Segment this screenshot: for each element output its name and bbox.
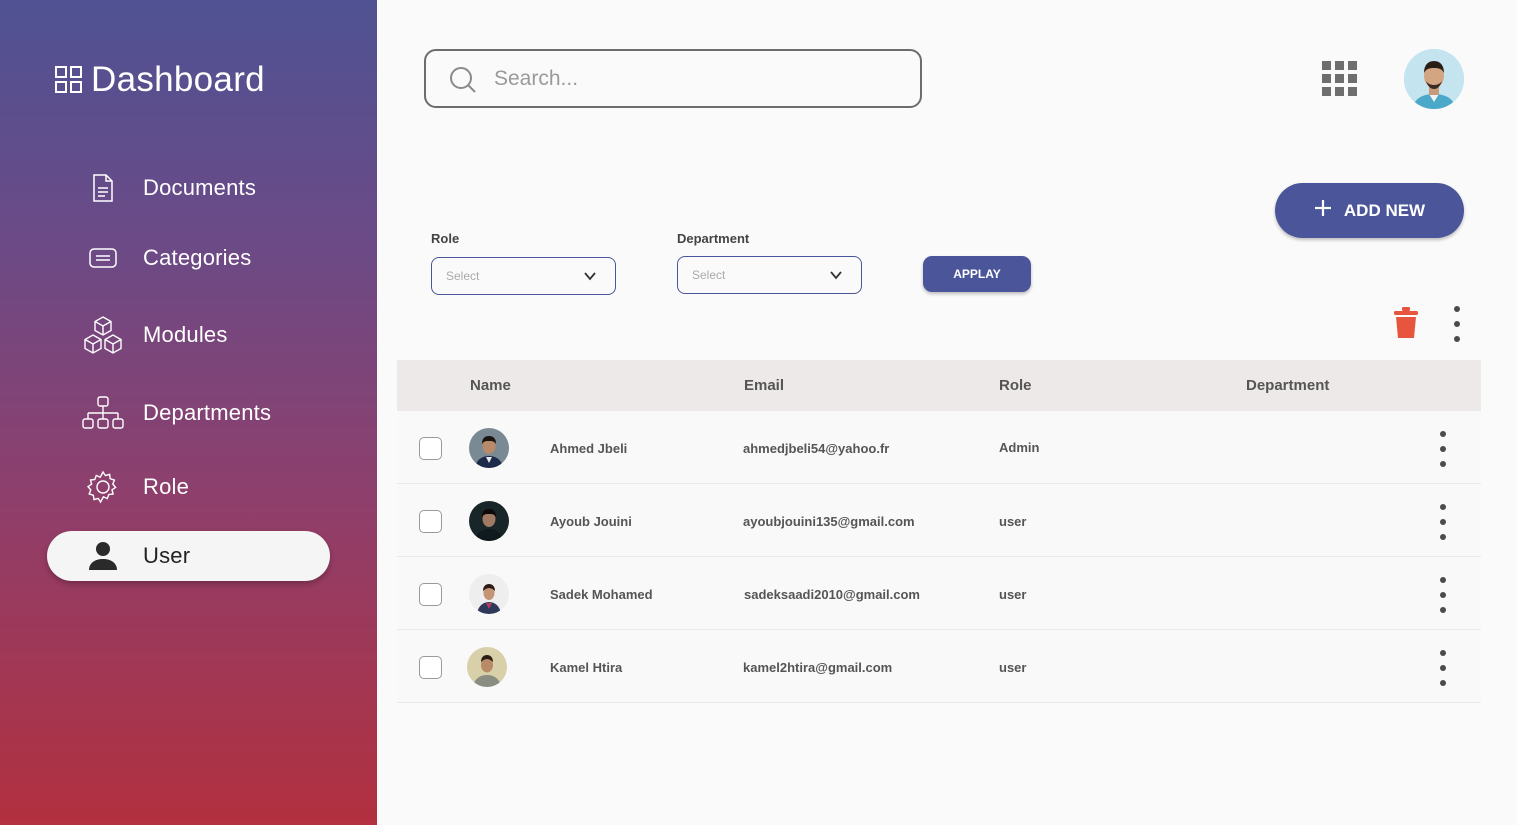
sidebar-item-role[interactable]: Role: [47, 462, 330, 512]
column-header-email[interactable]: Email: [744, 377, 784, 394]
user-name: Ahmed Jbeli: [550, 441, 628, 456]
user-name: Ayoub Jouini: [550, 514, 632, 529]
role-select[interactable]: Select: [431, 257, 616, 295]
user-role: Admin: [999, 440, 1040, 455]
more-options-icon[interactable]: [1450, 306, 1464, 342]
row-options-icon[interactable]: [1436, 504, 1450, 540]
brand[interactable]: Dashboard: [55, 58, 265, 102]
table-row[interactable]: Ayoub Jouini ayoubjouini135@gmail.com us…: [397, 484, 1481, 557]
user-role: user: [999, 660, 1027, 675]
user-email: ahmedjbeli54@yahoo.fr: [743, 441, 890, 456]
row-checkbox[interactable]: [419, 510, 442, 533]
role-select-value: Select: [446, 269, 480, 283]
document-icon: [80, 165, 126, 211]
profile-avatar[interactable]: [1404, 49, 1464, 109]
brand-title: Dashboard: [91, 60, 265, 99]
department-select[interactable]: Select: [677, 256, 862, 294]
trash-icon[interactable]: [1392, 306, 1420, 345]
sidebar-item-departments[interactable]: Departments: [47, 388, 330, 438]
apply-button[interactable]: APPLAY: [923, 256, 1031, 292]
table-header: Name Email Role Department: [397, 360, 1481, 411]
sidebar-item-label: Modules: [143, 322, 228, 347]
column-header-name[interactable]: Name: [470, 377, 511, 394]
gear-icon: [80, 464, 126, 510]
table-row[interactable]: Kamel Htira kamel2htira@gmail.com user: [397, 630, 1481, 703]
sidebar-item-user[interactable]: User: [47, 531, 330, 581]
row-options-icon[interactable]: [1436, 577, 1450, 613]
row-checkbox[interactable]: [419, 656, 442, 679]
user-email: kamel2htira@gmail.com: [743, 660, 893, 675]
user-avatar: [467, 647, 507, 687]
department-filter-label: Department: [677, 231, 750, 246]
column-header-department[interactable]: Department: [1246, 377, 1329, 394]
apps-grid-icon[interactable]: [1322, 61, 1359, 98]
add-new-button[interactable]: ADD NEW: [1275, 183, 1464, 238]
user-avatar: [469, 428, 509, 468]
row-options-icon[interactable]: [1436, 650, 1450, 686]
dashboard-icon: [55, 66, 83, 94]
sidebar-item-label: Role: [143, 474, 190, 499]
sidebar-item-modules[interactable]: Modules: [47, 310, 330, 360]
department-select-value: Select: [692, 268, 726, 282]
sidebar-item-categories[interactable]: Categories: [47, 233, 330, 283]
user-role: user: [999, 514, 1027, 529]
user-name: Sadek Mohamed: [550, 587, 653, 602]
sidebar-item-label: Categories: [143, 245, 252, 270]
add-new-label: ADD NEW: [1343, 200, 1426, 220]
column-header-role[interactable]: Role: [999, 377, 1032, 394]
categories-icon: [80, 235, 126, 281]
sidebar-item-label: Departments: [143, 400, 272, 425]
table-row[interactable]: Ahmed Jbeli ahmedjbeli54@yahoo.fr Admin: [397, 411, 1481, 484]
sidebar: Dashboard Documents Categories Modules D…: [0, 0, 377, 825]
sidebar-item-documents[interactable]: Documents: [47, 163, 330, 213]
chevron-down-icon: [583, 269, 597, 288]
user-icon: [80, 533, 126, 579]
departments-icon: [80, 390, 126, 436]
row-options-icon[interactable]: [1436, 431, 1450, 467]
row-checkbox[interactable]: [419, 437, 442, 460]
user-role: user: [999, 587, 1027, 602]
sidebar-item-label: Documents: [143, 175, 257, 200]
row-checkbox[interactable]: [419, 583, 442, 606]
user-avatar: [469, 574, 509, 614]
user-email: ayoubjouini135@gmail.com: [743, 514, 915, 529]
table-row[interactable]: Sadek Mohamed sadeksaadi2010@gmail.com u…: [397, 557, 1481, 630]
user-name: Kamel Htira: [550, 660, 623, 675]
sidebar-item-label: User: [143, 543, 191, 568]
search-box[interactable]: [424, 49, 922, 108]
users-table: Name Email Role Department Ahmed Jbeli a…: [397, 360, 1481, 703]
search-input[interactable]: [494, 63, 894, 95]
search-icon: [448, 65, 478, 100]
plus-icon: [1314, 199, 1332, 222]
user-email: sadeksaadi2010@gmail.com: [744, 587, 920, 602]
user-avatar: [469, 501, 509, 541]
role-filter-label: Role: [431, 231, 460, 246]
modules-icon: [80, 312, 126, 358]
chevron-down-icon: [829, 268, 843, 287]
